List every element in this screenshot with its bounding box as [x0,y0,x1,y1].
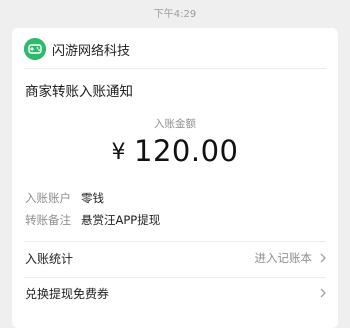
message-timestamp: 下午4:29 [153,9,197,20]
amount-value: ¥120.00 [12,134,338,168]
detail-label: 入账账户 [25,191,71,205]
divider [24,241,326,242]
detail-row-remark: 转账备注 悬赏汪APP提现 [25,212,160,228]
stats-label: 入账统计 [25,251,74,266]
coupon-link-row[interactable]: 兑换提现免费券 [25,278,328,308]
ledger-link-label: 进入记账本 [254,251,313,265]
detail-label: 转账备注 [25,213,71,227]
detail-row-account: 入账账户 零钱 [25,190,104,206]
sender-name: 闪游网络科技 [52,43,131,59]
coupon-label: 兑换提现免费券 [25,286,110,301]
amount-number: 120.00 [134,134,239,168]
detail-value: 零钱 [81,191,104,205]
coupon-chevron[interactable] [312,287,328,299]
sender-header[interactable]: 闪游网络科技 [24,37,130,61]
currency-symbol: ¥ [111,140,126,165]
chevron-right-icon [320,288,326,298]
chevron-right-icon [320,253,326,263]
stats-link-row[interactable]: 入账统计 进入记账本 [25,243,328,273]
ledger-link[interactable]: 进入记账本 [255,250,329,266]
notification-card[interactable]: 闪游网络科技 商家转账入账通知 入账金额 ¥120.00 入账账户 零钱 转账备… [12,28,338,328]
game-controller-icon [24,38,46,60]
detail-value: 悬赏汪APP提现 [81,213,161,227]
sender-avatar[interactable] [24,38,46,60]
notice-title: 商家转账入账通知 [25,84,133,100]
divider [24,68,326,69]
amount-label: 入账金额 [154,118,196,130]
